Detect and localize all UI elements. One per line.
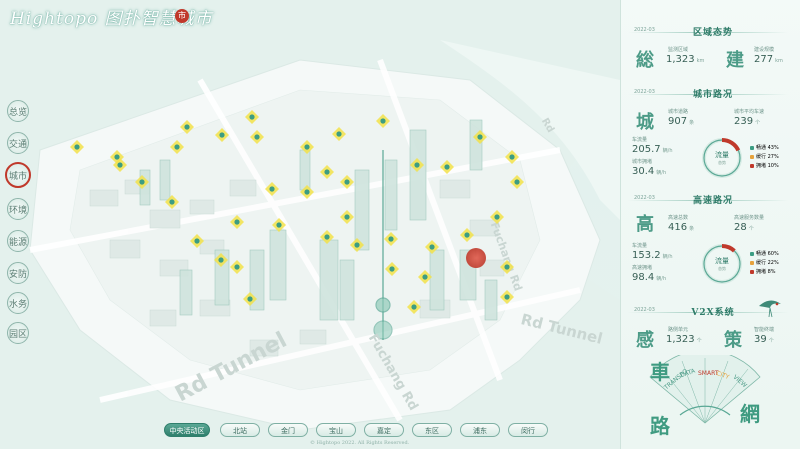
map-marker[interactable] xyxy=(320,230,334,244)
nav-item-park[interactable]: 园区 xyxy=(7,322,29,344)
city-road-section: 2022-03 城市路况 城 城市道路 907 条 城市平均车速 239 个 车流量… xyxy=(628,88,788,188)
map-marker[interactable] xyxy=(215,128,229,142)
alert-marker[interactable] xyxy=(466,248,486,268)
map-marker[interactable] xyxy=(180,120,194,134)
nav-item-energy[interactable]: 能源 xyxy=(7,230,29,252)
map-marker[interactable] xyxy=(500,290,514,304)
section-title: V2X系统 xyxy=(691,308,735,318)
tab-east[interactable]: 东区 xyxy=(412,423,452,437)
region-stat2: 277 km xyxy=(754,54,783,65)
region-section: 2022-03 区域态势 総 监测区域 1,323 km 建 建设规模 277 km xyxy=(628,26,788,76)
city-map-svg xyxy=(0,0,620,449)
map-marker[interactable] xyxy=(272,218,286,232)
map-marker[interactable] xyxy=(230,260,244,274)
tab-jinmen[interactable]: 金门 xyxy=(268,423,308,437)
legend-item: 畅通 60% xyxy=(750,250,779,257)
nav-item-traffic[interactable]: 交通 xyxy=(7,132,29,154)
tab-pudong[interactable]: 浦东 xyxy=(460,423,500,437)
map-marker[interactable] xyxy=(214,253,228,267)
section-title: 区域态势 xyxy=(692,28,733,38)
map-marker[interactable] xyxy=(265,182,279,196)
map-marker[interactable] xyxy=(500,260,514,274)
map-marker[interactable] xyxy=(410,158,424,172)
tab-jiading[interactable]: 嘉定 xyxy=(364,423,404,437)
map-marker[interactable] xyxy=(490,210,504,224)
map-marker[interactable] xyxy=(320,165,334,179)
calligraphy-char: 網 xyxy=(740,402,760,426)
map-marker[interactable] xyxy=(473,130,487,144)
map-marker[interactable] xyxy=(376,114,390,128)
map-marker[interactable] xyxy=(300,185,314,199)
map-marker[interactable] xyxy=(243,292,257,306)
map-marker[interactable] xyxy=(245,110,259,124)
map-marker[interactable] xyxy=(505,150,519,164)
map-marker[interactable] xyxy=(510,175,524,189)
map-marker[interactable] xyxy=(300,140,314,154)
nav-item-overview[interactable]: 总览 xyxy=(7,100,29,122)
map-marker[interactable] xyxy=(135,175,149,189)
map-marker[interactable] xyxy=(440,160,454,174)
copyright: © Hightopo 2022. All Rights Reserved. xyxy=(310,440,410,446)
calligraphy-char: 車 xyxy=(650,360,670,384)
map-marker[interactable] xyxy=(113,158,127,172)
legend-item: 畅通 43% xyxy=(750,144,779,151)
legend-item: 缓行 27% xyxy=(750,153,779,160)
map-marker[interactable] xyxy=(190,234,204,248)
map-marker[interactable] xyxy=(418,270,432,284)
map-marker[interactable] xyxy=(250,130,264,144)
calligraphy-char: 総 xyxy=(636,50,654,71)
map-marker[interactable] xyxy=(70,140,84,154)
nav-item-water[interactable]: 水务 xyxy=(7,292,29,314)
nav-item-security[interactable]: 安防 xyxy=(7,262,29,284)
tab-minhang[interactable]: 闵行 xyxy=(508,423,548,437)
bottom-nav: 中央活动区 北站 金门 宝山 嘉定 东区 浦东 闵行 xyxy=(160,423,560,439)
map-marker[interactable] xyxy=(407,300,421,314)
map-marker[interactable] xyxy=(340,175,354,189)
section-header: 2022-03 城市路况 xyxy=(628,88,788,100)
map-marker[interactable] xyxy=(350,238,364,252)
tab-north-station[interactable]: 北站 xyxy=(220,423,260,437)
map-marker[interactable] xyxy=(332,127,346,141)
nav-item-city[interactable]: 城市 xyxy=(5,162,31,188)
tab-central[interactable]: 中央活动区 xyxy=(164,423,210,437)
nav-item-environment[interactable]: 环境 xyxy=(7,198,29,220)
map-marker[interactable] xyxy=(425,240,439,254)
legend-item: 拥堵 8% xyxy=(750,268,776,275)
highway-section: 2022-03 高速路况 高 高速总数 416 条 高速服务数量 28 个 车流量 … xyxy=(628,194,788,294)
tab-baoshan[interactable]: 宝山 xyxy=(316,423,356,437)
map-marker[interactable] xyxy=(165,195,179,209)
section-title: 城市路况 xyxy=(692,90,733,100)
crane-icon xyxy=(759,300,781,318)
map-marker[interactable] xyxy=(230,215,244,229)
map-marker[interactable] xyxy=(460,228,474,242)
title-seal: 市 xyxy=(175,9,189,23)
region-stat1: 1,323 km xyxy=(666,54,705,65)
map-marker[interactable] xyxy=(385,262,399,276)
calligraphy-char: 路 xyxy=(650,414,670,438)
calligraphy-char: 建 xyxy=(726,50,744,71)
section-header: 2022-03 高速路况 xyxy=(628,194,788,206)
section-title: 高速路况 xyxy=(692,196,733,206)
map-marker[interactable] xyxy=(340,210,354,224)
legend-item: 缓行 22% xyxy=(750,259,779,266)
section-date: 2022-03 xyxy=(634,27,655,33)
legend-item: 拥堵 10% xyxy=(750,162,779,169)
map-marker[interactable] xyxy=(170,140,184,154)
section-header: 2022-03 区域态势 xyxy=(628,26,788,38)
map-marker[interactable] xyxy=(384,232,398,246)
